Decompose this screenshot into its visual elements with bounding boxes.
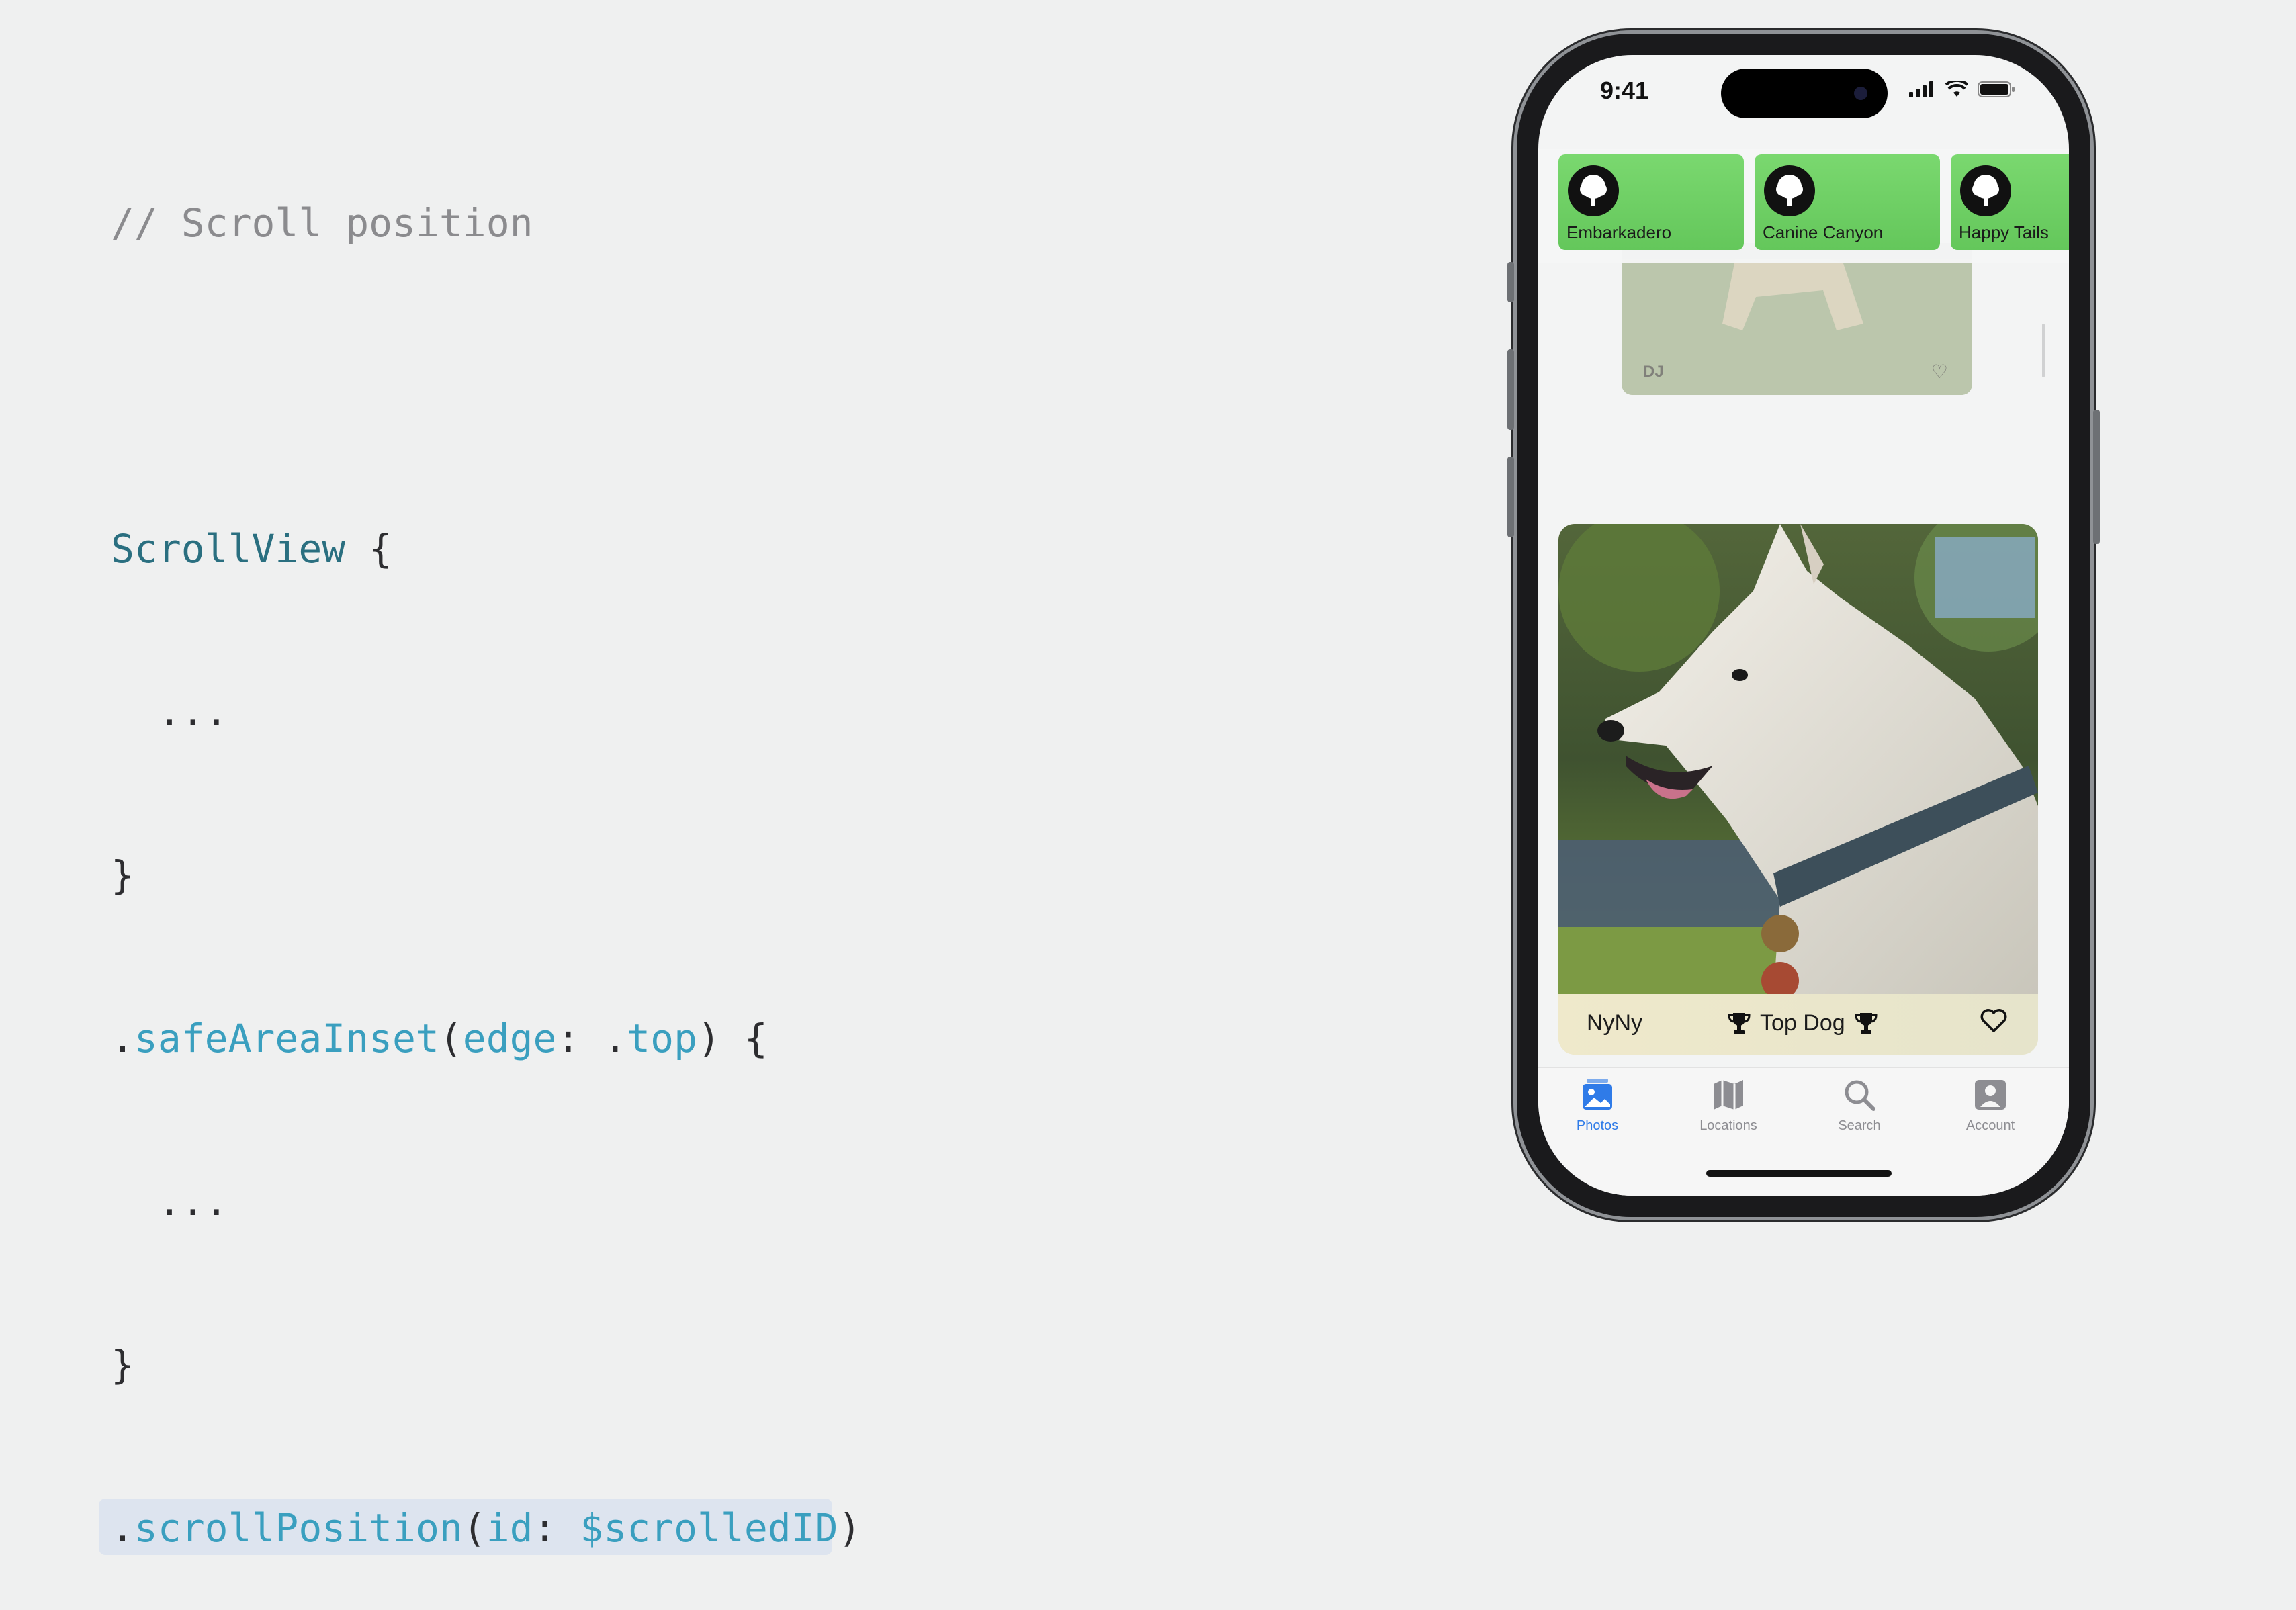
- tab-search[interactable]: Search: [1812, 1077, 1906, 1134]
- code-token: id: [486, 1505, 533, 1551]
- code-token: ScrollView: [111, 526, 346, 572]
- code-token: .: [111, 1016, 134, 1061]
- search-icon: [1845, 1080, 1875, 1111]
- location-chip-label: Happy Tails: [1959, 222, 2049, 242]
- photo-card[interactable]: NyNy Top Dog: [1558, 524, 2038, 1055]
- person-icon: [1975, 1080, 2006, 1110]
- tab-label: Photos: [1576, 1118, 1619, 1133]
- location-chips-bar: Embarkadero Canine Canyon Happy Tails: [1538, 149, 2069, 263]
- code-token: $scrolledID: [580, 1505, 838, 1551]
- tree-icon: [1568, 165, 1619, 216]
- code-token: ) {: [697, 1016, 768, 1061]
- wifi-icon: [1945, 81, 1968, 97]
- action-button: [1507, 262, 1514, 302]
- volume-up-button: [1507, 349, 1514, 430]
- code-token: ): [838, 1505, 862, 1551]
- code-token: :: [533, 1505, 580, 1551]
- previous-photo-card[interactable]: DJ ♡: [1622, 243, 1972, 395]
- tab-label: Locations: [1699, 1118, 1757, 1133]
- code-line-ellipsis: ...: [111, 1179, 228, 1224]
- code-snippet: // Scroll position ScrollView { ... } .s…: [99, 87, 862, 1610]
- heart-icon[interactable]: [1980, 1009, 2007, 1036]
- tab-photos[interactable]: Photos: [1550, 1077, 1644, 1134]
- code-token: {: [345, 526, 393, 572]
- phone-screen: 9:41 Embarkadero Canine Canyon Happy Tai…: [1538, 55, 2069, 1196]
- code-token: top: [627, 1016, 698, 1061]
- tab-locations[interactable]: Locations: [1681, 1077, 1775, 1134]
- photo-card-footer: NyNy Top Dog: [1558, 994, 2038, 1055]
- location-chip[interactable]: Embarkadero: [1558, 154, 1744, 250]
- previous-card-name: DJ: [1643, 363, 1664, 381]
- location-chip[interactable]: Happy Tails: [1951, 154, 2069, 250]
- code-line-scrollview: ScrollView {: [111, 522, 861, 576]
- camera: [1854, 87, 1867, 100]
- top-dog-badge: Top Dog: [1728, 1010, 1878, 1036]
- badge-label: Top Dog: [1760, 1010, 1845, 1036]
- iphone-frame: 9:41 Embarkadero Canine Canyon Happy Tai…: [1507, 34, 2100, 1217]
- volume-down-button: [1507, 457, 1514, 537]
- code-token: .: [111, 1505, 134, 1551]
- code-line-brace: }: [111, 1342, 134, 1388]
- code-token: : .: [556, 1016, 627, 1061]
- tab-label: Account: [1966, 1118, 2015, 1133]
- trophy-icon: [1728, 1012, 1751, 1034]
- location-chip-label: Canine Canyon: [1763, 222, 1884, 242]
- battery-icon: [1978, 81, 2015, 97]
- dog-name: NyNy: [1587, 1010, 1643, 1036]
- side-button: [2093, 410, 2100, 544]
- code-token: edge: [462, 1016, 557, 1061]
- tab-label: Search: [1838, 1118, 1881, 1133]
- location-chip[interactable]: Canine Canyon: [1755, 154, 1940, 250]
- trophy-icon: [1855, 1012, 1878, 1034]
- home-indicator[interactable]: [1706, 1170, 1892, 1177]
- code-token: scrollPosition: [134, 1505, 463, 1551]
- tab-bar: Photos Locations Search Account: [1538, 1067, 2069, 1196]
- heart-icon[interactable]: ♡: [1931, 361, 1948, 383]
- status-icons: [1909, 81, 2015, 98]
- status-time: 9:41: [1600, 77, 1649, 104]
- scroll-indicator[interactable]: [2042, 324, 2045, 377]
- photos-icon: [1583, 1079, 1612, 1110]
- tree-icon: [1960, 165, 2011, 216]
- cellular-signal-icon: [1909, 81, 1933, 97]
- code-token: (: [462, 1505, 486, 1551]
- dog-photo-faded: [1622, 243, 1972, 395]
- dynamic-island: [1721, 69, 1888, 118]
- code-line-scrollposition: .scrollPosition(id: $scrolledID): [99, 1499, 862, 1556]
- dog-photo: [1558, 524, 2038, 994]
- tab-account[interactable]: Account: [1943, 1077, 2037, 1134]
- code-token: (: [439, 1016, 463, 1061]
- code-line-brace: }: [111, 852, 134, 898]
- code-line-ellipsis: ...: [111, 689, 228, 735]
- code-token: safeAreaInset: [134, 1016, 439, 1061]
- tree-icon: [1764, 165, 1815, 216]
- code-line-safearea: .safeAreaInset(edge: .top) {: [111, 1012, 861, 1066]
- code-comment: // Scroll position: [111, 200, 533, 246]
- map-icon: [1714, 1080, 1743, 1110]
- location-chip-label: Embarkadero: [1566, 222, 1672, 242]
